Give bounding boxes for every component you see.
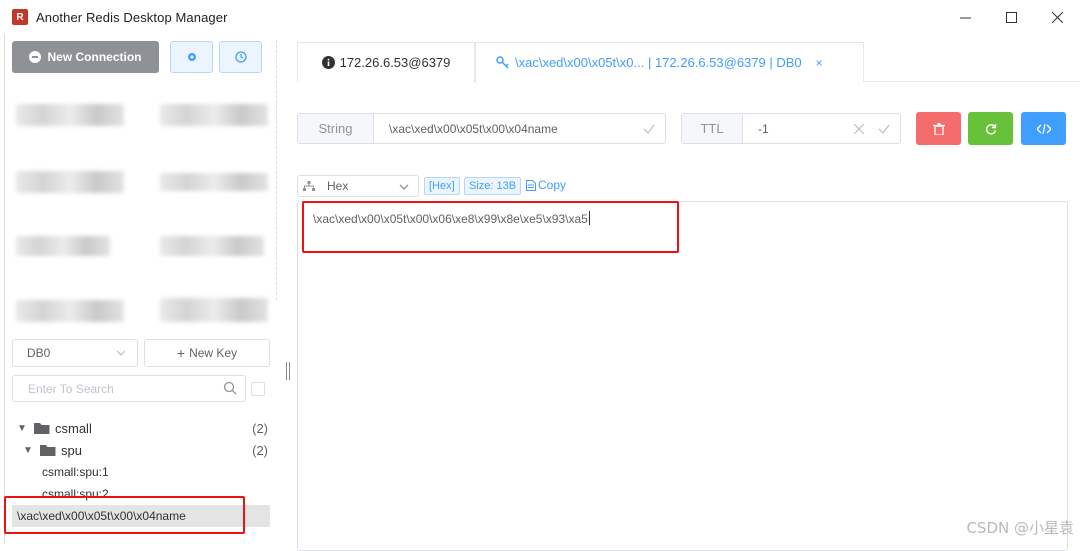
minimize-button[interactable] bbox=[942, 0, 988, 34]
tab-connection-info[interactable]: 172.26.6.53@6379 bbox=[297, 42, 475, 82]
chevron-down-icon bbox=[399, 184, 409, 190]
delete-key-button[interactable] bbox=[916, 112, 961, 145]
dump-command-button[interactable] bbox=[1021, 112, 1066, 145]
minus-circle-icon bbox=[29, 51, 42, 63]
check-icon[interactable] bbox=[643, 123, 655, 135]
clear-icon[interactable] bbox=[854, 123, 864, 134]
tree-count: (2) bbox=[252, 442, 268, 458]
sitemap-icon bbox=[303, 181, 315, 191]
code-icon bbox=[1036, 123, 1051, 134]
caret-down-icon: ▼ bbox=[17, 422, 27, 434]
tab-bar: 172.26.6.53@6379 \xac\xed\x00\x05t\x0...… bbox=[297, 42, 1080, 83]
format-select[interactable]: Hex bbox=[297, 175, 419, 197]
key-name-field[interactable]: String \xac\xed\x00\x05t\x00\x04name bbox=[297, 113, 666, 144]
folder-open-icon bbox=[34, 423, 50, 434]
window-controls bbox=[942, 0, 1080, 34]
size-tag: Size: 13B bbox=[464, 177, 522, 195]
close-icon bbox=[1051, 11, 1063, 23]
plus-icon: + bbox=[176, 345, 186, 361]
window-left-border bbox=[4, 34, 5, 544]
search-input[interactable]: Enter To Search bbox=[12, 375, 246, 402]
app-logo-icon: R bbox=[12, 9, 28, 25]
new-key-button[interactable]: + New Key bbox=[144, 339, 270, 367]
chevron-down-icon bbox=[116, 350, 126, 356]
format-tag: [Hex] bbox=[424, 177, 460, 195]
refresh-icon bbox=[985, 123, 996, 134]
exact-search-checkbox[interactable] bbox=[251, 382, 265, 396]
key-type-label: String bbox=[298, 114, 374, 143]
db-select[interactable]: DB0 bbox=[12, 339, 138, 367]
copy-button[interactable]: Copy bbox=[526, 178, 566, 192]
tab-label: 172.26.6.53@6379 bbox=[339, 55, 451, 70]
history-button[interactable] bbox=[219, 41, 262, 73]
folder-open-icon bbox=[40, 445, 56, 456]
window-title: Another Redis Desktop Manager bbox=[36, 9, 228, 25]
ttl-field[interactable]: TTL -1 bbox=[681, 113, 901, 144]
pane-divider bbox=[276, 40, 277, 300]
close-window-button[interactable] bbox=[1034, 0, 1080, 34]
caret-down-icon: ▼ bbox=[23, 444, 33, 456]
trash-icon bbox=[932, 122, 945, 135]
key-icon bbox=[496, 56, 509, 69]
db-select-value: DB0 bbox=[27, 346, 51, 360]
settings-button[interactable] bbox=[170, 41, 213, 73]
maximize-button[interactable] bbox=[988, 0, 1034, 34]
search-placeholder: Enter To Search bbox=[28, 381, 114, 396]
check-icon[interactable] bbox=[878, 123, 890, 135]
tab-key-detail[interactable]: \xac\xed\x00\x05t\x0... | 172.26.6.53@63… bbox=[475, 42, 864, 83]
tree-label: csmall:spu:1 bbox=[42, 465, 109, 479]
format-value: Hex bbox=[327, 179, 349, 193]
copy-label: Copy bbox=[538, 178, 567, 192]
tree-label: csmall bbox=[55, 420, 92, 436]
gear-icon bbox=[187, 53, 196, 61]
tree-count: (2) bbox=[252, 420, 268, 436]
maximize-icon bbox=[1005, 11, 1017, 23]
watermark: CSDN @小星袁 bbox=[966, 519, 1074, 537]
resize-handle[interactable] bbox=[286, 362, 290, 380]
ttl-label: TTL bbox=[682, 114, 743, 143]
new-connection-button[interactable]: New Connection bbox=[12, 41, 159, 73]
highlight-box bbox=[302, 201, 679, 253]
tab-close-icon[interactable]: × bbox=[816, 56, 823, 70]
tree-key-item[interactable]: csmall:spu:1 bbox=[42, 461, 242, 483]
clock-icon bbox=[234, 51, 247, 63]
info-icon bbox=[321, 56, 335, 69]
new-key-label: New Key bbox=[189, 346, 238, 360]
ttl-value: -1 bbox=[758, 121, 769, 136]
new-connection-label: New Connection bbox=[47, 50, 142, 64]
document-icon bbox=[526, 179, 536, 191]
tree-label: spu bbox=[61, 442, 82, 458]
tree-folder-spu[interactable]: ▼ spu (2) bbox=[22, 439, 268, 461]
key-name-value: \xac\xed\x00\x05t\x00\x04name bbox=[389, 121, 558, 136]
tree-folder-csmall[interactable]: ▼ csmall (2) bbox=[16, 417, 268, 439]
highlight-box bbox=[4, 496, 245, 534]
tab-label: \xac\xed\x00\x05t\x0... | 172.26.6.53@63… bbox=[515, 55, 802, 70]
title-bar: R Another Redis Desktop Manager bbox=[0, 0, 1080, 34]
refresh-button[interactable] bbox=[968, 112, 1013, 145]
minimize-icon bbox=[959, 17, 971, 18]
value-editor[interactable] bbox=[297, 201, 1068, 551]
search-icon[interactable] bbox=[223, 381, 237, 395]
